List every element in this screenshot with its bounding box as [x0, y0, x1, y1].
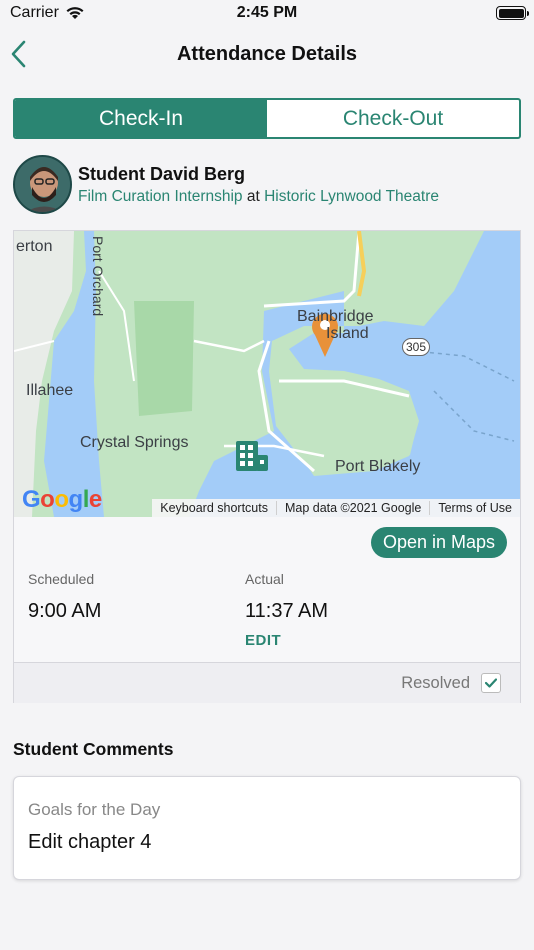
resolved-checkbox[interactable]	[481, 673, 501, 693]
student-comments-heading: Student Comments	[13, 739, 174, 759]
resolved-row: Resolved	[14, 663, 520, 703]
map-label-illahee: Illahee	[26, 382, 74, 399]
google-logo: Google	[22, 486, 102, 513]
map-label-erton: erton	[16, 238, 53, 255]
clock: 2:45 PM	[236, 4, 298, 21]
goals-label: Goals for the Day	[28, 800, 161, 819]
keyboard-shortcuts-link[interactable]: Keyboard shortcuts	[152, 501, 276, 515]
program-link[interactable]: Film Curation Internship	[78, 188, 243, 205]
student-name: Student David Berg	[78, 164, 246, 184]
map-label-bainbridge: Bainbridge	[297, 308, 374, 325]
resolved-label: Resolved	[401, 674, 470, 692]
route-badge: 305	[402, 338, 430, 356]
terms-of-use-link[interactable]: Terms of Use	[429, 501, 520, 515]
program-connector: at	[246, 188, 260, 205]
segmented-control: Check-In Check-Out	[13, 98, 521, 139]
comment-card: Goals for the Day Edit chapter 4	[13, 776, 521, 880]
edit-button[interactable]: EDIT	[245, 632, 281, 649]
actual-time: 11:37 AM	[245, 600, 329, 622]
actual-label: Actual	[245, 571, 284, 587]
status-bar: Carrier 2:45 PM	[0, 0, 534, 28]
checkmark-icon	[485, 678, 497, 688]
map-view[interactable]: erton Port Orchard Illahee Crystal Sprin…	[14, 231, 520, 517]
avatar	[13, 155, 72, 214]
map-label-port-blakely: Port Blakely	[335, 458, 421, 475]
map-attribution: Keyboard shortcuts Map data ©2021 Google…	[152, 499, 520, 517]
scheduled-label: Scheduled	[28, 571, 95, 587]
open-in-maps-button[interactable]: Open in Maps	[370, 527, 507, 558]
location-link[interactable]: Historic Lynwood Theatre	[264, 188, 439, 205]
map-label-port-orchard: Port Orchard	[90, 236, 106, 317]
page-title: Attendance Details	[176, 43, 358, 65]
goals-value: Edit chapter 4	[28, 831, 152, 853]
map-data-label: Map data ©2021 Google	[275, 501, 429, 515]
scheduled-time: 9:00 AM	[28, 600, 102, 622]
battery-level	[498, 8, 524, 18]
attendance-card: erton Port Orchard Illahee Crystal Sprin…	[13, 230, 521, 703]
tab-check-in[interactable]: Check-In	[15, 100, 267, 137]
battery-icon	[496, 6, 529, 20]
map-label-crystal-springs: Crystal Springs	[80, 434, 189, 451]
tab-check-out[interactable]: Check-Out	[267, 100, 519, 137]
nav-bar: Attendance Details	[0, 30, 534, 80]
student-program-line: Film Curation Internship at Historic Lyn…	[78, 188, 439, 206]
map-label-island: Island	[326, 325, 369, 342]
